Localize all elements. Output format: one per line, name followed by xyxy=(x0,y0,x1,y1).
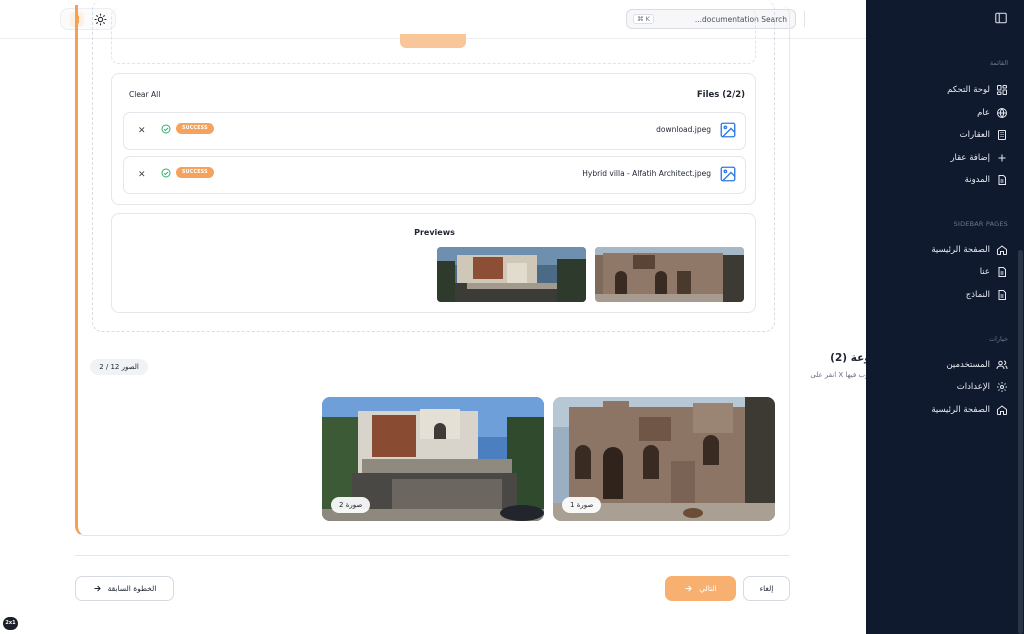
sidebar-item-settings[interactable]: الإعدادات xyxy=(866,378,1008,396)
zoom-badge: 2x1 xyxy=(3,617,18,630)
sidebar-item-general[interactable]: عام xyxy=(866,104,1008,122)
sidebar-item-about[interactable]: عنا xyxy=(866,263,1008,281)
sidebar-item-properties[interactable]: العقارات xyxy=(866,126,1008,144)
file-name: Hybrid villa - Alfatih Architect.jpeg xyxy=(582,169,711,178)
file-name: download.jpeg xyxy=(656,125,711,134)
remove-file-icon[interactable]: ✕ xyxy=(138,126,146,136)
gear-icon xyxy=(996,381,1008,393)
divider xyxy=(804,11,805,27)
preview-thumbnail xyxy=(595,247,744,302)
status-badge: SUCCESS xyxy=(176,123,214,134)
uploaded-photo[interactable]: صورة 1 xyxy=(553,397,775,521)
photo-label: صورة 1 xyxy=(562,497,602,513)
file-row: ✕ SUCCESS download.jpeg xyxy=(123,112,746,150)
uploaded-photo[interactable]: صورة 2 xyxy=(322,397,544,521)
sidebar-item-home[interactable]: الصفحة الرئيسية xyxy=(866,241,1008,259)
arrow-right-icon xyxy=(93,584,102,593)
files-title: Files (2/2) xyxy=(696,90,745,100)
check-circle-icon xyxy=(161,124,171,134)
users-icon xyxy=(996,359,1008,371)
remove-file-icon[interactable]: ✕ xyxy=(138,170,146,180)
sidebar-item-blog[interactable]: المدونة xyxy=(866,171,1008,189)
next-label: التالي xyxy=(699,584,717,593)
sidebar-item-label: المدونة xyxy=(964,175,990,185)
sidebar-item-dashboard[interactable]: لوحة التحكم xyxy=(866,81,1008,99)
sidebar: القائمة لوحة التحكم عام العقارات إضافة ع… xyxy=(866,0,1024,634)
previews-panel: Previews xyxy=(111,213,756,313)
plus-icon xyxy=(996,152,1008,164)
file-row: ✕ SUCCESS Hybrid villa - Alfatih Archite… xyxy=(123,156,746,194)
previous-step-label: الخطوة السابقة xyxy=(107,584,157,593)
sidebar-item-users[interactable]: المستخدمين xyxy=(866,356,1008,374)
photo-label: صورة 2 xyxy=(331,497,371,513)
check-circle-icon xyxy=(161,168,171,178)
arrow-right-icon xyxy=(684,584,693,593)
status-badge: SUCCESS xyxy=(176,167,214,178)
next-button[interactable]: التالي xyxy=(665,576,736,601)
sidebar-item-label: الإعدادات xyxy=(956,382,990,392)
document-icon xyxy=(996,289,1008,301)
image-count-badge: 2 / 12 الصور xyxy=(90,359,148,375)
sidebar-item-add-property[interactable]: إضافة عقار xyxy=(866,149,1008,167)
sidebar-item-label: عام xyxy=(977,108,990,118)
sidebar-item-label: لوحة التحكم xyxy=(947,85,990,95)
files-panel: Files (2/2) Clear All ✕ SUCCESS download… xyxy=(111,73,756,205)
home-icon xyxy=(996,244,1008,256)
sidebar-item-label: المستخدمين xyxy=(946,360,990,370)
sidebar-item-forms[interactable]: النماذج xyxy=(866,286,1008,304)
clear-all-button[interactable]: Clear All xyxy=(129,90,160,99)
preview-thumbnail xyxy=(437,247,586,302)
cancel-button[interactable]: إلغاء xyxy=(743,576,790,601)
dashboard-icon xyxy=(996,84,1008,96)
sidebar-section-main: القائمة xyxy=(989,59,1008,67)
document-icon xyxy=(996,174,1008,186)
home-icon xyxy=(996,404,1008,416)
sidebar-item-label: عنا xyxy=(979,267,990,277)
footer-divider xyxy=(75,555,790,556)
sidebar-section-pages: SIDEBAR PAGES xyxy=(953,220,1008,228)
sidebar-item-label: إضافة عقار xyxy=(950,153,990,163)
sidebar-item-label: العقارات xyxy=(959,130,990,140)
sidebar-scrollbar[interactable] xyxy=(1018,250,1023,634)
building-icon xyxy=(996,129,1008,141)
sidebar-section-options: خيارات xyxy=(988,335,1008,343)
sidebar-toggle-icon[interactable] xyxy=(994,11,1008,25)
sidebar-item-label: الصفحة الرئيسية xyxy=(931,245,990,255)
image-file-icon xyxy=(719,121,737,139)
previews-title: Previews xyxy=(414,228,455,237)
image-file-icon xyxy=(719,165,737,183)
sidebar-item-label: الصفحة الرئيسية xyxy=(931,405,990,415)
sidebar-item-home-2[interactable]: الصفحة الرئيسية xyxy=(866,401,1008,419)
sidebar-item-label: النماذج xyxy=(965,290,990,300)
document-icon xyxy=(996,266,1008,278)
previous-step-button[interactable]: الخطوة السابقة xyxy=(75,576,174,601)
browse-button[interactable] xyxy=(400,34,466,48)
globe-icon xyxy=(996,107,1008,119)
